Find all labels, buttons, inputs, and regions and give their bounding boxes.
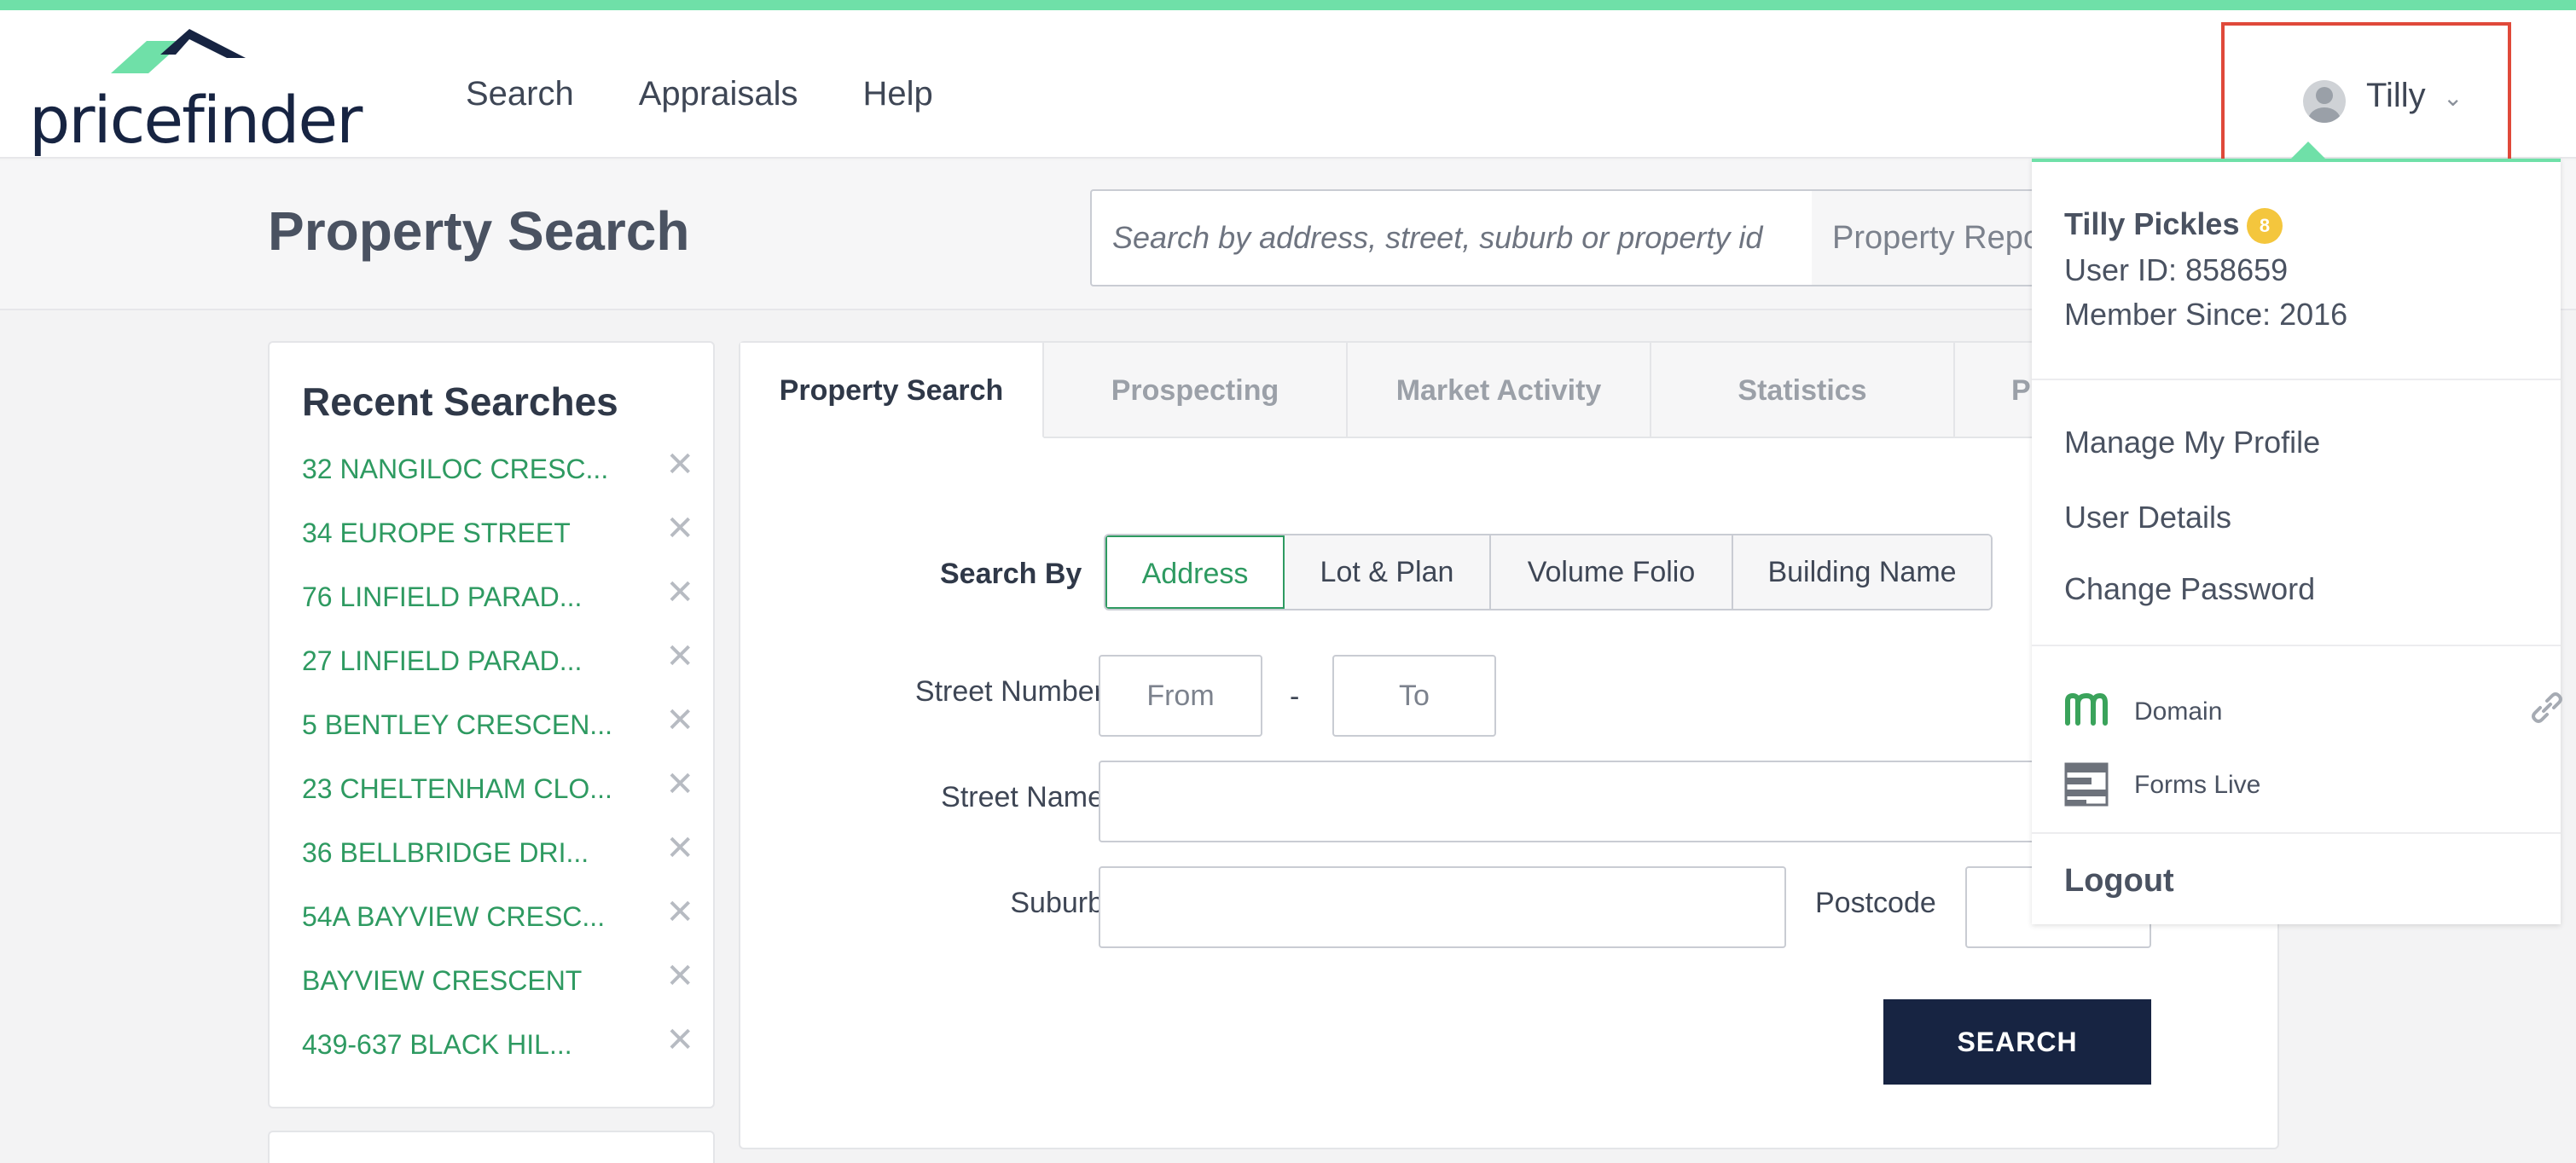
recent-search-link[interactable]: 27 LINFIELD PARAD... bbox=[302, 645, 582, 677]
pricefinder-logo[interactable]: pricefinder bbox=[29, 29, 363, 165]
user-info-section: Tilly Pickles 8 User ID: 858659 Member S… bbox=[2032, 162, 2561, 380]
domain-icon bbox=[2065, 692, 2108, 726]
suburb-input[interactable] bbox=[1100, 868, 1784, 946]
link-icon[interactable] bbox=[2528, 689, 2566, 726]
search-by-segmented: Address Lot & Plan Volume Folio Building… bbox=[1104, 534, 1993, 610]
list-item: 36 BELLBRIDGE DRI... ✕ bbox=[302, 829, 694, 893]
tab-property-search[interactable]: Property Search bbox=[740, 343, 1044, 438]
close-icon[interactable]: ✕ bbox=[665, 1021, 694, 1060]
range-dash: - bbox=[1290, 680, 1300, 713]
street-number-from bbox=[1099, 655, 1262, 737]
nav-search[interactable]: Search bbox=[466, 75, 574, 113]
user-dropdown-menu: Tilly Pickles 8 User ID: 858659 Member S… bbox=[2032, 142, 2562, 924]
property-search-input[interactable] bbox=[1092, 191, 1812, 285]
property-search-box bbox=[1090, 189, 1813, 286]
notification-badge: 8 bbox=[2247, 208, 2283, 244]
street-number-to-input[interactable] bbox=[1334, 657, 1494, 735]
app-forms-live[interactable]: Forms Live bbox=[2064, 759, 2542, 810]
list-item: 32 NANGILOC CRESC... ✕ bbox=[302, 445, 694, 509]
top-accent-bar bbox=[0, 0, 2576, 10]
recent-search-link[interactable]: 439-637 BLACK HIL... bbox=[302, 1029, 572, 1061]
search-by-building-name[interactable]: Building Name bbox=[1733, 535, 1991, 609]
main-nav: Search Appraisals Help bbox=[466, 75, 933, 113]
close-icon[interactable]: ✕ bbox=[665, 509, 694, 548]
app-header: pricefinder Search Appraisals Help bbox=[0, 10, 2576, 159]
close-icon[interactable]: ✕ bbox=[665, 957, 694, 996]
recent-search-link[interactable]: 32 NANGILOC CRESC... bbox=[302, 454, 608, 485]
roof-logo-icon bbox=[111, 29, 246, 73]
search-by-lot-plan[interactable]: Lot & Plan bbox=[1285, 535, 1491, 609]
member-since: Member Since: 2016 bbox=[2064, 297, 2348, 332]
dropdown-caret bbox=[2289, 142, 2327, 160]
recent-search-link[interactable]: BAYVIEW CRESCENT bbox=[302, 965, 582, 997]
search-by-label: Search By bbox=[940, 558, 1082, 590]
app-domain[interactable]: Domain bbox=[2064, 686, 2562, 737]
close-icon[interactable]: ✕ bbox=[665, 829, 694, 868]
tab-market-activity[interactable]: Market Activity bbox=[1348, 343, 1651, 438]
recent-searches-panel: Recent Searches 32 NANGILOC CRESC... ✕ 34… bbox=[268, 341, 715, 1108]
recent-search-link[interactable]: 76 LINFIELD PARAD... bbox=[302, 582, 582, 613]
tab-statistics[interactable]: Statistics bbox=[1651, 343, 1955, 438]
close-icon[interactable]: ✕ bbox=[665, 765, 694, 804]
list-item: BAYVIEW CRESCENT ✕ bbox=[302, 957, 694, 1021]
search-tabs: Property Search Prospecting Market Activ… bbox=[740, 343, 2057, 438]
list-item: 5 BENTLEY CRESCEN... ✕ bbox=[302, 701, 694, 765]
street-number-from-input[interactable] bbox=[1100, 657, 1261, 735]
list-item: 76 LINFIELD PARAD... ✕ bbox=[302, 573, 694, 637]
search-button[interactable]: SEARCH bbox=[1883, 999, 2151, 1085]
report-type-value: Property Report bbox=[1832, 220, 2062, 256]
list-item: 439-637 BLACK HIL... ✕ bbox=[302, 1021, 694, 1085]
change-password-link[interactable]: Change Password bbox=[2064, 571, 2315, 607]
domain-label: Domain bbox=[2134, 697, 2223, 726]
nav-appraisals[interactable]: Appraisals bbox=[639, 75, 798, 113]
nav-help[interactable]: Help bbox=[863, 75, 933, 113]
list-item: 54A BAYVIEW CRESC... ✕ bbox=[302, 893, 694, 957]
suburb-field bbox=[1099, 866, 1786, 948]
postcode-label: Postcode bbox=[1815, 887, 1936, 919]
list-item: 23 CHELTENHAM CLO... ✕ bbox=[302, 765, 694, 829]
user-full-name: Tilly Pickles bbox=[2064, 206, 2240, 241]
user-id: User ID: 858659 bbox=[2064, 252, 2289, 287]
close-icon[interactable]: ✕ bbox=[665, 637, 694, 676]
suburb-label: Suburb bbox=[1010, 887, 1104, 919]
search-by-address[interactable]: Address bbox=[1105, 535, 1285, 609]
user-details-link[interactable]: User Details bbox=[2064, 500, 2231, 535]
tab-prospecting[interactable]: Prospecting bbox=[1044, 343, 1348, 438]
user-name: Tilly bbox=[2366, 77, 2426, 114]
close-icon[interactable]: ✕ bbox=[665, 445, 694, 484]
recent-search-link[interactable]: 23 CHELTENHAM CLO... bbox=[302, 773, 612, 805]
connected-apps-section: Domain Forms Live bbox=[2032, 646, 2562, 834]
street-number-label: Street Number bbox=[914, 675, 1104, 708]
secondary-panel bbox=[268, 1131, 715, 1163]
logout-link[interactable]: Logout bbox=[2064, 863, 2174, 900]
recent-search-link[interactable]: 5 BENTLEY CRESCEN... bbox=[302, 709, 612, 741]
search-by-volume-folio[interactable]: Volume Folio bbox=[1491, 535, 1733, 609]
forms-live-icon bbox=[2064, 762, 2109, 807]
street-name-input[interactable] bbox=[1100, 762, 2150, 841]
close-icon[interactable]: ✕ bbox=[665, 893, 694, 932]
close-icon[interactable]: ✕ bbox=[665, 701, 694, 740]
street-name-label: Street Name bbox=[941, 781, 1104, 813]
user-menu-toggle[interactable]: Tilly ⌄ bbox=[2221, 22, 2511, 171]
forms-live-label: Forms Live bbox=[2134, 771, 2261, 799]
close-icon[interactable]: ✕ bbox=[665, 573, 694, 612]
avatar-icon bbox=[2303, 80, 2346, 123]
chevron-down-icon: ⌄ bbox=[2443, 84, 2463, 111]
recent-searches-list: 32 NANGILOC CRESC... ✕ 34 EUROPE STREET ✕ … bbox=[302, 445, 694, 1085]
recent-searches-title: Recent Searches bbox=[302, 379, 618, 424]
recent-search-link[interactable]: 34 EUROPE STREET bbox=[302, 518, 571, 549]
recent-search-link[interactable]: 36 BELLBRIDGE DRI... bbox=[302, 837, 589, 869]
page-title: Property Search bbox=[268, 200, 690, 262]
recent-search-link[interactable]: 54A BAYVIEW CRESC... bbox=[302, 901, 605, 933]
profile-links-section: Manage My Profile User Details Change Pa… bbox=[2032, 380, 2561, 646]
list-item: 27 LINFIELD PARAD... ✕ bbox=[302, 637, 694, 701]
report-type-select[interactable]: Property Report bbox=[1812, 189, 2068, 286]
manage-profile-link[interactable]: Manage My Profile bbox=[2064, 425, 2320, 460]
street-number-to bbox=[1332, 655, 1496, 737]
street-name-field bbox=[1099, 761, 2151, 842]
list-item: 34 EUROPE STREET ✕ bbox=[302, 509, 694, 573]
logo-wordmark: pricefinder bbox=[29, 82, 363, 158]
